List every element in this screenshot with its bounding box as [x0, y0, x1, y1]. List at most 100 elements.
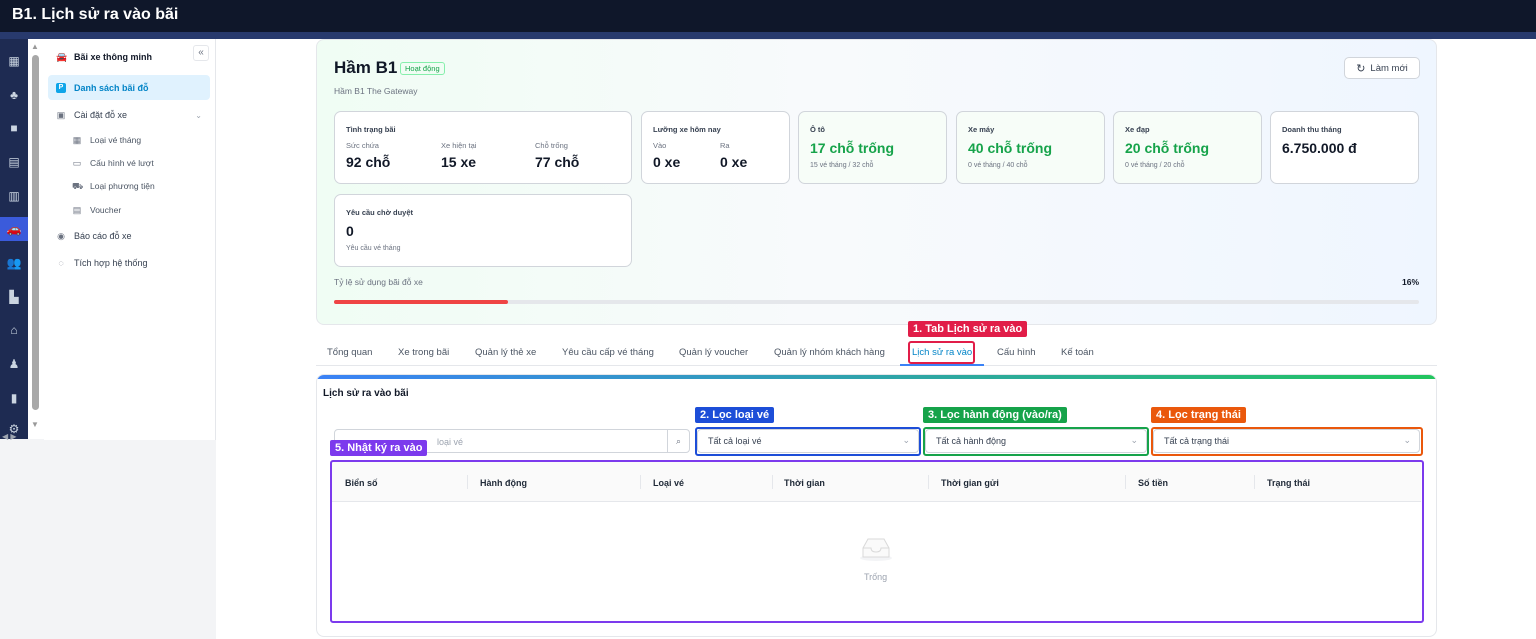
stat-value: 40 chỗ trống	[968, 140, 1053, 156]
scroll-left-right-icon[interactable]: ◀ ▶	[2, 432, 17, 441]
stat-note: Yêu cầu vé tháng	[346, 245, 401, 252]
sidebar-item-label: Cấu hình vé lượt	[90, 158, 154, 168]
person-icon[interactable]: ♟	[0, 352, 28, 376]
tab-config[interactable]: Cấu hình	[997, 347, 1036, 358]
search-placeholder: loại vé	[437, 437, 464, 447]
stat-label: Vào	[653, 141, 667, 150]
search-icon[interactable]: ⌕	[667, 430, 689, 452]
briefcase-icon[interactable]: ▥	[0, 184, 28, 208]
sidebar-scrollbar[interactable]: ▲ ▼	[28, 39, 44, 439]
annotation-box-ticket-filter	[695, 427, 921, 456]
chart-icon[interactable]: ▮	[0, 386, 28, 410]
page-subtitle: Hầm B1 The Gateway	[334, 86, 418, 96]
chevron-down-icon: ⌄	[195, 110, 202, 120]
page-title: Hầm B1	[334, 58, 398, 77]
stat-note: 0 vé tháng / 20 chỗ	[1125, 162, 1185, 169]
tab-customer-groups[interactable]: Quản lý nhóm khách hàng	[774, 347, 885, 358]
sidebar-item-monthly-ticket[interactable]: ▦ Loại vé tháng	[48, 128, 210, 152]
car-icon[interactable]: 🚗	[0, 217, 28, 241]
sidebar-item-label: Voucher	[90, 205, 122, 215]
stat-note: 0 vé tháng / 40 chỗ	[968, 162, 1028, 169]
panel-title: Lịch sử ra vào bãi	[323, 388, 409, 399]
scroll-up-icon[interactable]: ▲	[31, 42, 39, 51]
stat-value: 77 chỗ	[535, 154, 580, 170]
stat-title: Xe đạp	[1125, 125, 1150, 134]
stat-title: Yêu cầu chờ duyệt	[346, 208, 414, 217]
sidebar-item-label: Bãi xe thông minh	[74, 52, 153, 62]
parking-overview-card: Hầm B1 Hoạt động Hầm B1 The Gateway ↻ Là…	[316, 39, 1437, 325]
card-icon: ▭	[72, 158, 82, 168]
icon-rail: ▦ ♣ ■ ▤ ▥ 🚗 👥 ▙ ⌂ ♟ ▮ ⚙	[0, 39, 28, 439]
stat-value: 15 xe	[441, 154, 477, 170]
tab-accounting[interactable]: Kế toán	[1061, 347, 1094, 358]
sidebar-item-label: Báo cáo đỗ xe	[74, 231, 132, 241]
title-strip	[0, 32, 1536, 39]
tab-vehicles-in-lot[interactable]: Xe trong bãi	[398, 347, 449, 358]
refresh-button[interactable]: ↻ Làm mới	[1344, 57, 1420, 79]
stat-title: Ô tô	[810, 125, 825, 134]
tab-overview[interactable]: Tổng quan	[327, 347, 372, 358]
building-icon[interactable]: ▦	[0, 49, 28, 73]
parking-settings-icon: ▣	[56, 110, 66, 120]
annotation-label-ticket-filter: 2. Lọc loại vé	[695, 407, 775, 423]
stat-note: 15 vé tháng / 32 chỗ	[810, 162, 874, 169]
store-icon[interactable]: ⌂	[0, 318, 28, 342]
tab-voucher-management[interactable]: Quản lý voucher	[679, 347, 748, 358]
annotation-label-entry-tab: 1. Tab Lịch sử ra vào	[908, 321, 1028, 337]
ticket-icon: ▦	[72, 135, 82, 145]
stat-traffic-today: Lưỡng xe hôm nay Vào 0 xe Ra 0 xe	[641, 111, 790, 184]
refresh-icon: ↻	[1356, 62, 1366, 75]
stat-revenue: Doanh thu tháng 6.750.000 đ	[1270, 111, 1419, 184]
stat-motorbike: Xe máy 40 chỗ trống 0 vé tháng / 40 chỗ	[956, 111, 1105, 184]
stat-title: Lưỡng xe hôm nay	[653, 125, 721, 134]
usage-progress-bar	[334, 300, 1419, 304]
office-icon[interactable]: ▙	[0, 285, 28, 309]
stat-bicycle: Xe đạp 20 chỗ trống 0 vé tháng / 20 chỗ	[1113, 111, 1262, 184]
stat-value: 92 chỗ	[346, 154, 391, 170]
tab-card-management[interactable]: Quản lý thẻ xe	[475, 347, 536, 358]
sidebar-item-system-integration[interactable]: ◌ Tích hợp hệ thống	[48, 251, 210, 275]
sidebar-item-ticket-config[interactable]: ▭ Cấu hình vé lượt	[48, 151, 210, 175]
stat-value: 0 xe	[653, 154, 681, 170]
stat-value: 20 chỗ trống	[1125, 140, 1210, 156]
stat-car: Ô tô 17 chỗ trống 15 vé tháng / 32 chỗ	[798, 111, 947, 184]
stat-label: Sức chứa	[346, 141, 379, 150]
stat-label: Chỗ trống	[535, 141, 568, 150]
window-title: B1. Lịch sử ra vào bãi	[0, 0, 1536, 32]
scroll-thumb[interactable]	[32, 55, 39, 410]
sidebar-item-voucher[interactable]: ▤ Voucher	[48, 198, 210, 222]
sidebar-item-label: Tích hợp hệ thống	[74, 258, 148, 268]
vehicle-icon: ⛟	[72, 181, 84, 191]
car-icon: 🚘	[56, 52, 68, 62]
annotation-label-entry-log: 5. Nhật ký ra vào	[330, 440, 428, 456]
panel-accent-line	[317, 375, 1436, 379]
users-icon[interactable]: 👥	[0, 251, 28, 275]
stat-title: Tình trạng bãi	[346, 125, 396, 134]
tab-monthly-requests[interactable]: Yêu cầu cấp vé tháng	[562, 347, 654, 358]
integration-icon: ◌	[58, 258, 64, 268]
sidebar-item-parking-list[interactable]: P Danh sách bãi đỗ	[48, 75, 210, 100]
status-badge: Hoạt động	[400, 62, 445, 75]
annotation-box-entry-tab	[908, 341, 975, 364]
scroll-down-icon[interactable]: ▼	[31, 420, 39, 429]
stat-parking-status: Tình trạng bãi Sức chứa 92 chỗ Xe hiện t…	[334, 111, 632, 184]
sidebar-item-vehicle-type[interactable]: ⛟ Loại phương tiện	[48, 174, 210, 198]
stat-label: Xe hiện tại	[441, 141, 477, 150]
tab-bar: Tổng quan Xe trong bãi Quản lý thẻ xe Yê…	[316, 342, 1437, 366]
voucher-icon: ▤	[72, 205, 82, 215]
stat-pending-requests: Yêu cầu chờ duyệt 0 Yêu cầu vé tháng	[334, 194, 632, 267]
chat-icon[interactable]: ■	[0, 116, 28, 140]
sidebar-item-label: Loại phương tiện	[90, 181, 155, 191]
stat-value: 6.750.000 đ	[1282, 140, 1357, 156]
sidebar-item-parking-settings[interactable]: ▣ Cài đặt đỗ xe ⌄	[48, 103, 210, 127]
sidebar-item-parking-report[interactable]: ◉ Báo cáo đỗ xe	[48, 224, 210, 248]
calculator-icon[interactable]: ▤	[0, 150, 28, 174]
annotation-box-entry-log	[330, 460, 1424, 623]
tree-icon[interactable]: ♣	[0, 83, 28, 107]
sidebar-item-label: Danh sách bãi đỗ	[74, 82, 149, 93]
annotation-box-action-filter	[923, 427, 1149, 456]
stat-title: Doanh thu tháng	[1282, 125, 1342, 134]
sidebar-item-smart-parking[interactable]: 🚘 Bãi xe thông minh	[48, 45, 210, 69]
active-tab-indicator	[900, 364, 984, 366]
sidebar-item-label: Loại vé tháng	[90, 135, 142, 145]
